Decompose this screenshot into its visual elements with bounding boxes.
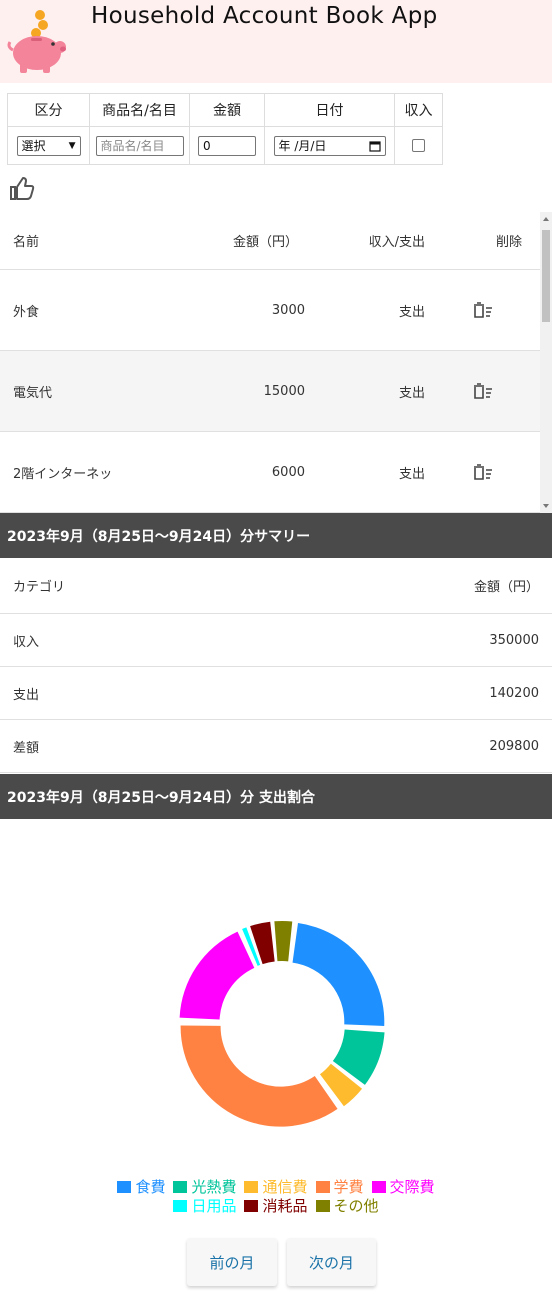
legend-label: 食費 xyxy=(135,1178,166,1196)
item-amount: 15000 xyxy=(263,383,305,399)
legend-item[interactable]: 交際費 xyxy=(371,1178,435,1196)
item-amount: 6000 xyxy=(271,464,305,480)
legend-item[interactable]: その他 xyxy=(315,1197,379,1215)
date-input[interactable]: 年 /月/日 xyxy=(273,135,386,156)
scroll-thumb[interactable] xyxy=(542,230,550,322)
legend-item[interactable]: 通信費 xyxy=(244,1178,308,1196)
calendar-icon[interactable] xyxy=(368,140,381,152)
summary-row: 差額 209800 xyxy=(0,720,552,773)
summary-label: 収入 xyxy=(13,634,40,650)
item-amount: 3000 xyxy=(271,302,305,318)
legend-label: 交際費 xyxy=(389,1178,435,1196)
legend-swatch xyxy=(315,1181,330,1193)
chevron-down-icon: ▼ xyxy=(68,140,76,151)
legend-swatch xyxy=(173,1181,188,1193)
entry-form: 区分 商品名/名目 金額 日付 収入 選択 ▼ 商品名/名目 0 年 /月/日 xyxy=(7,93,443,165)
item-name: 電気代 xyxy=(13,385,53,401)
summary-label: 支出 xyxy=(13,687,40,703)
item-type: 支出 xyxy=(398,466,425,482)
donut-slice-4[interactable] xyxy=(180,1025,338,1127)
next-month-button[interactable]: 次の月 xyxy=(287,1238,376,1286)
list-item: 2階インターネッ 6000 支出 xyxy=(0,432,540,513)
legend-item[interactable]: 食費 xyxy=(117,1178,165,1196)
legend-swatch xyxy=(244,1181,259,1193)
summary-row: 収入 350000 xyxy=(0,614,552,667)
item-type: 支出 xyxy=(398,304,425,320)
piggy-bank-icon xyxy=(7,10,66,73)
legend-swatch xyxy=(244,1200,259,1212)
delete-sweep-icon[interactable] xyxy=(472,301,494,319)
legend-swatch xyxy=(173,1200,188,1212)
legend-label: 学費 xyxy=(333,1178,364,1196)
header-date: 日付 xyxy=(264,93,395,127)
summary-col-category: カテゴリ xyxy=(13,580,66,595)
delete-sweep-icon[interactable] xyxy=(472,382,494,400)
donut-slice-7[interactable] xyxy=(250,921,275,965)
amount-input[interactable]: 0 xyxy=(198,135,256,156)
income-checkbox[interactable] xyxy=(412,139,425,152)
legend-item[interactable]: 消耗品 xyxy=(244,1197,308,1215)
legend-label: その他 xyxy=(333,1197,379,1215)
donut-slice-5[interactable] xyxy=(179,931,255,1020)
summary-header: カテゴリ 金額（円） xyxy=(0,558,552,614)
col-delete: 削除 xyxy=(495,235,522,250)
transaction-list[interactable]: 名前 金額（円） 収入/支出 削除 外食 3000 支出 電気代 15000 支… xyxy=(0,212,552,513)
item-type: 支出 xyxy=(398,385,425,401)
list-header: 名前 金額（円） 収入/支出 削除 xyxy=(0,212,540,270)
donut-slice-8[interactable] xyxy=(274,921,293,962)
prev-month-button[interactable]: 前の月 xyxy=(187,1238,277,1286)
legend-swatch xyxy=(315,1200,330,1212)
legend-item[interactable]: 学費 xyxy=(315,1178,364,1196)
expense-donut-chart[interactable] xyxy=(0,818,552,1238)
legend-label: 消耗品 xyxy=(262,1197,308,1215)
ratio-title: 2023年9月（8月25日〜9月24日）分 支出割合 xyxy=(0,774,552,819)
legend-swatch xyxy=(117,1181,132,1193)
legend-label: 日用品 xyxy=(191,1197,237,1215)
summary-value: 209800 xyxy=(489,738,539,754)
summary-row: 支出 140200 xyxy=(0,667,552,720)
scroll-up-arrow[interactable] xyxy=(543,217,549,221)
col-name: 名前 xyxy=(13,235,40,250)
chart-legend: 食費 光熱費 通信費 学費 交際費日用品 消耗品 その他 xyxy=(0,1178,552,1216)
summary-value: 140200 xyxy=(489,685,539,701)
col-amount: 金額（円） xyxy=(232,235,298,250)
app-header: Household Account Book App xyxy=(0,0,552,83)
thumbs-up-icon[interactable] xyxy=(9,177,35,201)
summary-label: 差額 xyxy=(13,740,40,756)
header-category: 区分 xyxy=(7,93,90,127)
item-name-input[interactable]: 商品名/名目 xyxy=(95,135,184,156)
donut-slice-1[interactable] xyxy=(292,923,385,1026)
summary-table: カテゴリ 金額（円） 収入 350000 支出 140200 差額 209800 xyxy=(0,558,552,773)
legend-item[interactable]: 光熱費 xyxy=(173,1178,236,1196)
summary-value: 350000 xyxy=(489,632,539,648)
list-item: 外食 3000 支出 xyxy=(0,270,540,351)
legend-item[interactable]: 日用品 xyxy=(173,1197,236,1215)
legend-swatch xyxy=(371,1181,386,1193)
category-select[interactable]: 選択 ▼ xyxy=(16,135,81,156)
delete-sweep-icon[interactable] xyxy=(472,463,494,481)
header-item-name: 商品名/名目 xyxy=(89,93,190,127)
summary-col-amount: 金額（円） xyxy=(473,580,539,595)
date-input-value: 年 /月/日 xyxy=(278,139,327,153)
legend-label: 通信費 xyxy=(262,1178,308,1196)
header-amount: 金額 xyxy=(189,93,265,127)
col-type: 収入/支出 xyxy=(368,235,425,250)
summary-title: 2023年9月（8月25日〜9月24日）分サマリー xyxy=(0,513,552,558)
list-item: 電気代 15000 支出 xyxy=(0,351,540,432)
app-title: Household Account Book App xyxy=(91,3,438,29)
header-income: 収入 xyxy=(394,93,443,127)
scroll-down-arrow[interactable] xyxy=(543,504,549,508)
category-select-value: 選択 xyxy=(21,139,46,153)
legend-label: 光熱費 xyxy=(191,1178,237,1196)
item-name: 外食 xyxy=(13,304,40,320)
list-scrollbar[interactable] xyxy=(540,212,552,513)
item-name: 2階インターネッ xyxy=(13,466,113,482)
